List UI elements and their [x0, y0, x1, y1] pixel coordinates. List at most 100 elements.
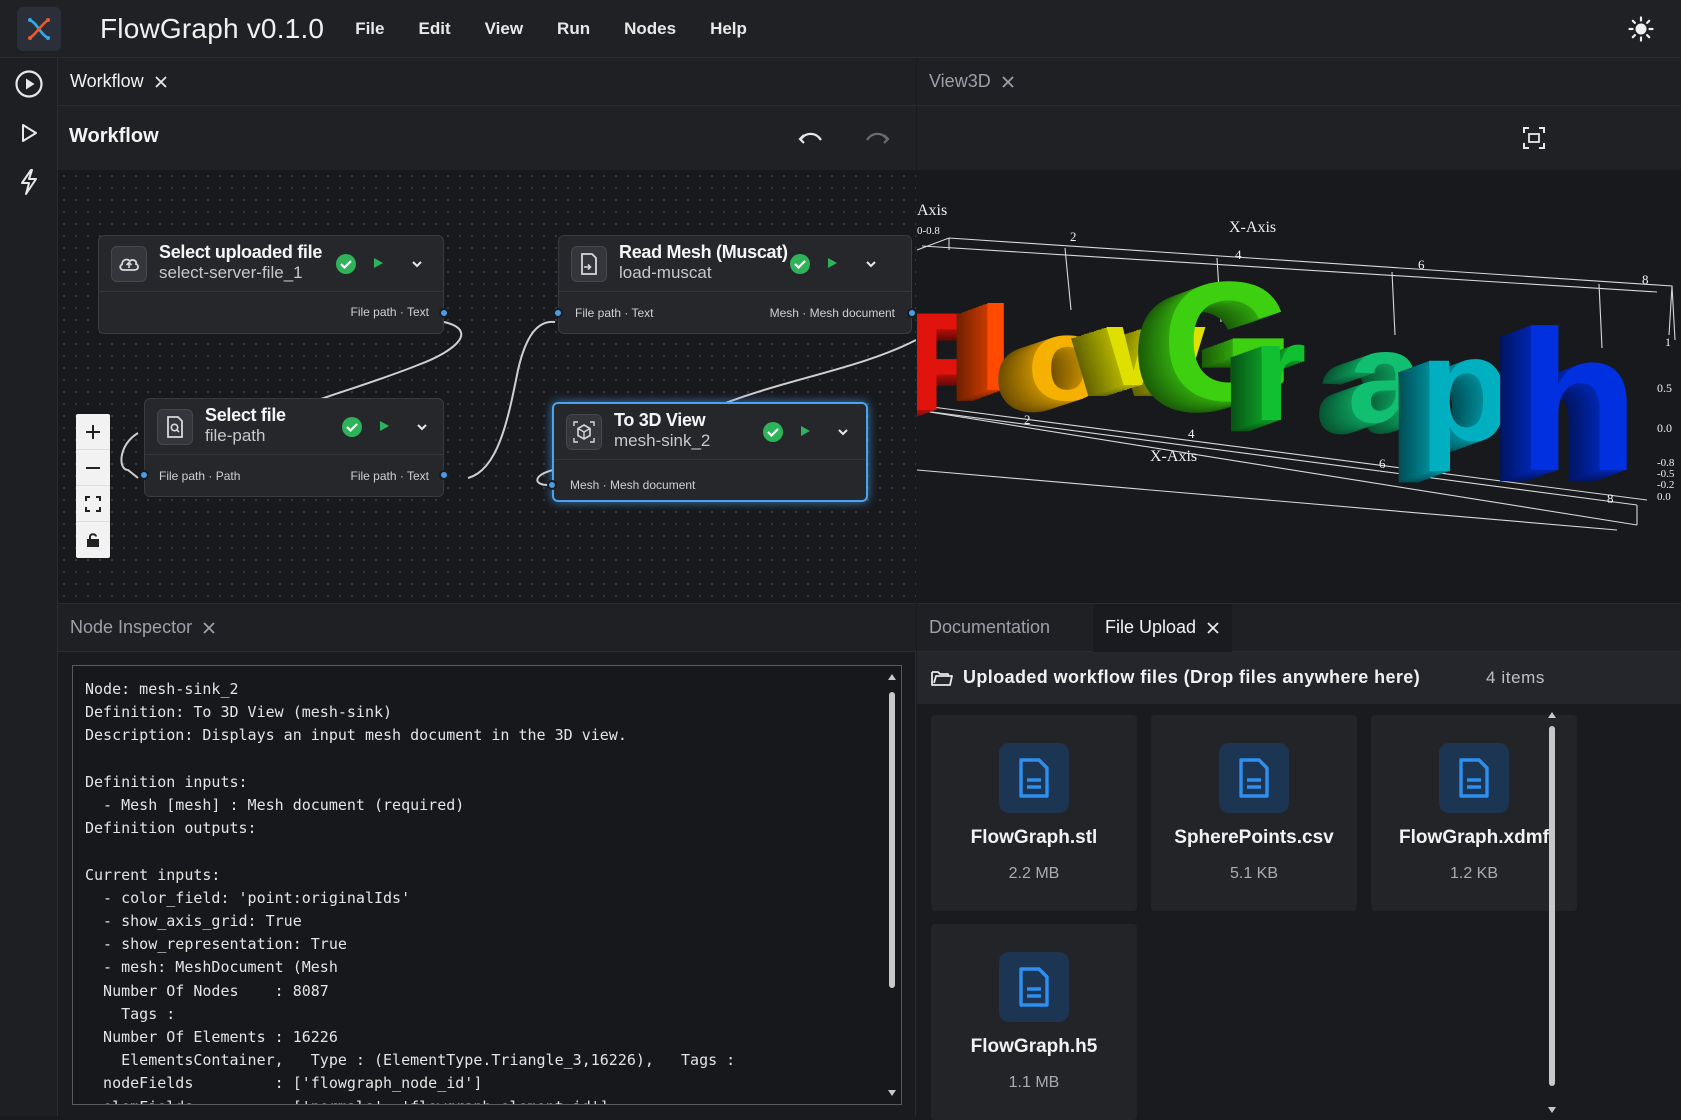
menu-run[interactable]: Run — [546, 19, 601, 39]
scroll-thumb[interactable] — [889, 692, 895, 988]
node-subtitle: load-muscat — [619, 263, 712, 282]
node-header: Select uploaded file select-server-file_… — [99, 236, 443, 292]
workflow-panel: Workflow Workflow Select uploaded file s… — [58, 58, 916, 603]
inspector-line: - mesh: MeshDocument (Mesh — [85, 958, 338, 977]
files-scrollbar[interactable] — [1545, 708, 1559, 1117]
x-axis-label-top: X-Axis — [1229, 219, 1276, 236]
input-port[interactable] — [553, 308, 563, 318]
y-axis-label: Axis — [917, 202, 947, 219]
top-bar: FlowGraph v0.1.0 File Edit View Run Node… — [0, 0, 1681, 58]
file-card[interactable]: SpherePoints.csv 5.1 KB — [1151, 715, 1357, 911]
document-icon — [999, 743, 1069, 813]
edge-loop-file-path — [120, 432, 139, 479]
output-port-label: File path · Text — [350, 305, 429, 319]
3d-viewport[interactable]: FFFFFFFFFFFFFFFllllllllllllllloooooooooo… — [917, 170, 1681, 603]
corner-tick-label: 0-0.8 — [917, 225, 940, 237]
letter-h: hhhhhhhhhhhhhhh — [1486, 290, 1639, 524]
inspector-line: Description: Displays an input mesh docu… — [85, 726, 627, 745]
workflow-canvas[interactable]: Select uploaded file select-server-file_… — [58, 170, 916, 603]
inspector-scrollbar[interactable] — [885, 670, 899, 1100]
zoom-in-plus-icon[interactable] — [76, 414, 110, 450]
success-check-icon — [336, 254, 356, 274]
file-upload-panel: Documentation File Upload Uploaded workf… — [917, 603, 1681, 1120]
node-subtitle: file-path — [205, 426, 266, 445]
run-node-play-icon[interactable] — [825, 256, 839, 270]
edge-select-file-to-read-mesh — [467, 320, 556, 479]
document-icon — [999, 952, 1069, 1022]
inspector-line: - show_representation: True — [85, 935, 347, 954]
tab-workflow[interactable]: Workflow — [58, 58, 180, 106]
scroll-down-arrow-icon[interactable] — [885, 1086, 899, 1100]
inspector-line: - Mesh [mesh] : Mesh document (required) — [85, 796, 465, 815]
close-icon[interactable] — [1206, 621, 1220, 635]
tab-file-upload-label: File Upload — [1105, 617, 1197, 637]
file-name: SpherePoints.csv — [1174, 827, 1334, 848]
tab-file-upload[interactable]: File Upload — [1093, 603, 1233, 652]
theme-toggle-sun-icon[interactable] — [1627, 15, 1655, 43]
files-tabbar: Documentation File Upload — [917, 603, 1681, 652]
chevron-down-icon[interactable] — [864, 257, 878, 271]
file-card[interactable]: FlowGraph.h5 1.1 MB — [931, 924, 1137, 1120]
inspector-line: nodeFields : ['flowgraph_node_id'] — [85, 1074, 483, 1093]
chevron-down-icon[interactable] — [836, 425, 850, 439]
lightning-icon[interactable] — [13, 166, 45, 198]
zoom-out-minus-icon[interactable] — [76, 450, 110, 486]
close-icon[interactable] — [1001, 75, 1015, 89]
chevron-down-icon[interactable] — [415, 420, 429, 434]
inspector-line: - color_field: 'point:originalIds' — [85, 888, 411, 907]
node-subtitle: mesh-sink_2 — [614, 431, 711, 450]
menu-file[interactable]: File — [344, 19, 395, 39]
lock-icon[interactable] — [76, 522, 110, 558]
x-axis-label-bottom: X-Axis — [1150, 448, 1197, 465]
run-play-icon[interactable] — [13, 117, 45, 149]
scroll-up-arrow-icon[interactable] — [1545, 708, 1559, 722]
close-icon[interactable] — [154, 75, 168, 89]
node-select-file[interactable]: Select file file-path File path · Path F… — [139, 398, 449, 497]
inspector-line — [85, 840, 735, 863]
node-inspector-panel: Node Inspector Node: mesh-sink_2 Definiti… — [58, 603, 916, 1116]
run-node-play-icon[interactable] — [377, 419, 391, 433]
scroll-up-arrow-icon[interactable] — [885, 670, 899, 684]
scroll-down-arrow-icon[interactable] — [1545, 1103, 1559, 1117]
node-to-3d-view[interactable]: To 3D View mesh-sink_2 Mesh · Mesh docum… — [547, 402, 868, 502]
x-tick-top: 8 — [1642, 272, 1649, 287]
success-check-icon — [342, 417, 362, 437]
run-node-play-icon[interactable] — [798, 424, 812, 438]
close-icon[interactable] — [202, 621, 216, 635]
scroll-thumb[interactable] — [1549, 726, 1555, 1086]
node-title: To 3D View — [614, 410, 706, 430]
menu-edit[interactable]: Edit — [408, 19, 462, 39]
x-tick-top: 2 — [1070, 229, 1077, 244]
workflow-header: Workflow — [58, 106, 916, 170]
canvas-controls — [76, 414, 110, 558]
menu-help[interactable]: Help — [699, 19, 758, 39]
tab-node-inspector[interactable]: Node Inspector — [58, 604, 228, 652]
inspector-line: Definition outputs: — [85, 819, 257, 838]
letter-r: rrrrrrrrrrrrrrr — [1221, 293, 1306, 461]
output-port[interactable] — [439, 308, 449, 318]
x-tick-bottom: 8 — [1607, 491, 1614, 506]
input-port[interactable] — [547, 480, 557, 490]
chevron-down-icon[interactable] — [410, 257, 424, 271]
file-card[interactable]: FlowGraph.stl 2.2 MB — [931, 715, 1137, 911]
inspector-textarea[interactable]: Node: mesh-sink_2 Definition: To 3D View … — [72, 665, 902, 1105]
view3d-header — [917, 106, 1681, 170]
tab-documentation[interactable]: Documentation — [917, 604, 1093, 652]
run-all-circle-play-icon[interactable] — [13, 68, 45, 100]
workflow-title: Workflow — [69, 125, 159, 147]
menu-view[interactable]: View — [474, 19, 534, 39]
redo-icon[interactable] — [864, 126, 890, 150]
menu-nodes[interactable]: Nodes — [613, 19, 687, 39]
run-node-play-icon[interactable] — [371, 256, 385, 270]
node-select-uploaded-file[interactable]: Select uploaded file select-server-file_… — [98, 235, 449, 334]
undo-icon[interactable] — [798, 126, 824, 150]
fit-view-icon[interactable] — [76, 486, 110, 522]
input-port-label: File path · Path — [159, 469, 241, 483]
output-port[interactable] — [907, 308, 916, 318]
node-read-mesh[interactable]: Read Mesh (Muscat) load-muscat File path… — [553, 235, 916, 334]
output-port[interactable] — [439, 470, 449, 480]
fullscreen-icon[interactable] — [1522, 126, 1546, 150]
input-port[interactable] — [139, 470, 149, 480]
tab-view3d[interactable]: View3D — [917, 58, 1027, 106]
z-tick: 0.0 — [1657, 491, 1671, 503]
